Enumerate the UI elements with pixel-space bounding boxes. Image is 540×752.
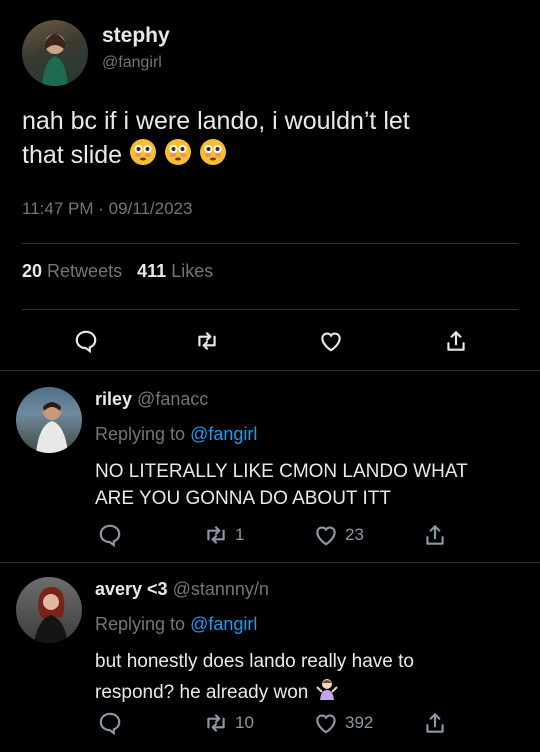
reply-author-handle[interactable]: @stannny/n: [173, 579, 269, 599]
replying-to-handle[interactable]: @fangirl: [190, 424, 257, 444]
likes-stat[interactable]: 411 Likes: [137, 261, 213, 281]
retweet-count: 10: [235, 713, 254, 732]
replying-to: Replying to @fangirl: [95, 424, 257, 445]
reply-author-name[interactable]: riley: [95, 389, 132, 409]
divider: [22, 309, 518, 310]
share-icon[interactable]: [422, 522, 448, 548]
reply-text-line1: but honestly does lando really have to: [95, 651, 414, 672]
reply-text-line2-text: respond? he already won: [95, 682, 309, 703]
divider: [22, 243, 518, 244]
tweet-timestamp[interactable]: 11:47 PM · 09/11/2023: [22, 199, 192, 219]
share-icon[interactable]: [443, 328, 469, 354]
reply-icon[interactable]: [97, 710, 123, 736]
engagement-counts: 20 Retweets 411 Likes: [22, 261, 213, 282]
retweet-icon[interactable]: [203, 522, 229, 548]
like-count: 23: [345, 525, 364, 544]
divider: [0, 370, 540, 371]
reply-header: riley @fanacc: [95, 389, 208, 410]
person-shrugging-icon: [314, 675, 340, 709]
replying-to-handle[interactable]: @fangirl: [190, 614, 257, 634]
reply-text-line1: NO LITERALLY LIKE CMON LANDO WHAT: [95, 461, 468, 482]
tweet-text: nah bc if i were lando, i wouldn’t let t…: [22, 104, 527, 175]
retweet-icon[interactable]: [194, 328, 220, 354]
tweet-text-line2: that slide: [22, 138, 527, 175]
replying-to-label: Replying to: [95, 424, 186, 444]
retweets-count: 20: [22, 261, 43, 281]
reply-text: but honestly does lando really have to r…: [95, 648, 414, 709]
replying-to-label: Replying to: [95, 614, 186, 634]
author-handle[interactable]: @fangirl: [102, 54, 162, 72]
retweets-stat[interactable]: 20 Retweets: [22, 261, 127, 281]
retweet-icon[interactable]: [203, 710, 229, 736]
tweet-date: 09/11/2023: [108, 199, 193, 218]
like-count: 392: [345, 713, 374, 732]
reply-header: avery <3 @stannny/n: [95, 579, 269, 600]
avatar-stephy[interactable]: [22, 20, 88, 86]
flushed-face-icon: [199, 138, 227, 175]
reply-author-name[interactable]: avery <3: [95, 579, 168, 599]
like-icon[interactable]: [313, 710, 339, 736]
reply-icon[interactable]: [73, 328, 99, 354]
tweet-text-line2-text: that slide: [22, 141, 123, 169]
avatar-riley[interactable]: [16, 387, 82, 453]
flushed-face-icon: [164, 138, 192, 175]
retweet-count: 1: [235, 525, 245, 544]
reply-text-line2: ARE YOU GONNA DO ABOUT ITT: [95, 488, 391, 509]
timestamp-dot: ·: [98, 199, 109, 218]
divider: [0, 562, 540, 563]
reply-icon[interactable]: [97, 522, 123, 548]
tweet-time: 11:47 PM: [22, 199, 94, 218]
retweets-label: Retweets: [47, 261, 123, 281]
likes-count: 411: [137, 261, 167, 281]
like-icon[interactable]: [318, 328, 344, 354]
avatar-avery[interactable]: [16, 577, 82, 643]
flushed-face-icon: [129, 138, 157, 175]
author-name[interactable]: stephy: [102, 24, 170, 48]
tweet-text-line1: nah bc if i were lando, i wouldn’t let: [22, 107, 410, 135]
reply-text: NO LITERALLY LIKE CMON LANDO WHAT ARE YO…: [95, 458, 468, 512]
reply-text-line2: respond? he already won: [95, 675, 414, 709]
like-icon[interactable]: [313, 522, 339, 548]
share-icon[interactable]: [422, 710, 448, 736]
reply-author-handle[interactable]: @fanacc: [137, 389, 208, 409]
likes-label: Likes: [171, 261, 214, 281]
replying-to: Replying to @fangirl: [95, 614, 257, 635]
